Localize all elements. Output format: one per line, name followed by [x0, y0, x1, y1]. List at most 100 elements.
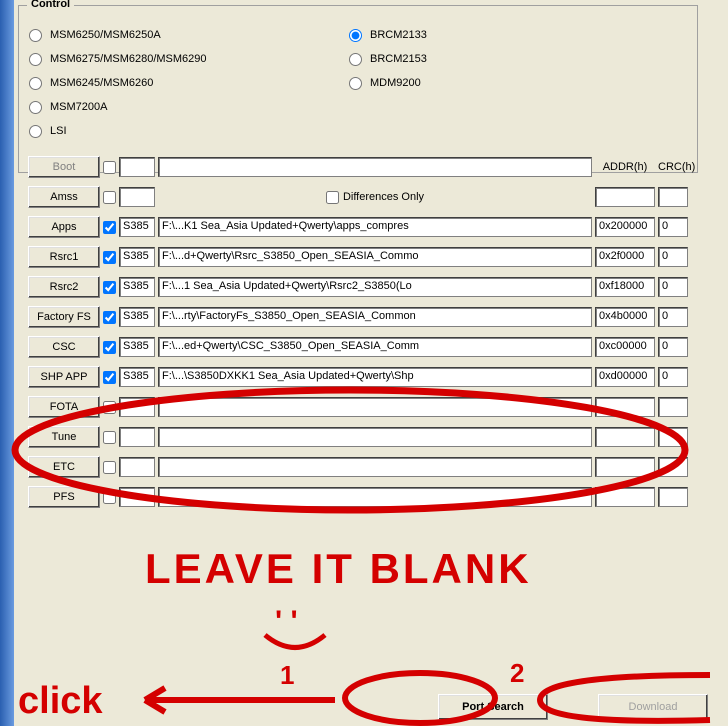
boot-checkbox[interactable]: [103, 161, 116, 174]
rsrc1-addr[interactable]: 0x2f0000: [595, 247, 655, 267]
amss-row: Amss Differences Only: [28, 182, 688, 212]
radio-brcm2133[interactable]: BRCM2133: [349, 24, 649, 46]
csc-crc[interactable]: 0: [658, 337, 688, 357]
csc-s385[interactable]: S385: [119, 337, 155, 357]
boot-path[interactable]: [158, 157, 592, 177]
fota-row: FOTA: [28, 392, 688, 422]
factoryfs-s385[interactable]: S385: [119, 307, 155, 327]
etc-button[interactable]: ETC: [28, 456, 100, 478]
radio-input[interactable]: [29, 29, 42, 42]
pfs-addr[interactable]: [595, 487, 655, 507]
radio-input[interactable]: [349, 53, 362, 66]
tune-checkbox[interactable]: [103, 431, 116, 444]
radio-msm6245[interactable]: MSM6245/MSM6260: [29, 72, 349, 94]
shpapp-row: SHP APP S385 F:\...\S3850DXKK1 Sea_Asia …: [28, 362, 688, 392]
rsrc2-addr[interactable]: 0xf18000: [595, 277, 655, 297]
amss-button[interactable]: Amss: [28, 186, 100, 208]
apps-crc[interactable]: 0: [658, 217, 688, 237]
shpapp-path[interactable]: F:\...\S3850DXKK1 Sea_Asia Updated+Qwert…: [158, 367, 592, 387]
shpapp-button[interactable]: SHP APP: [28, 366, 100, 388]
rsrc2-checkbox[interactable]: [103, 281, 116, 294]
apps-checkbox[interactable]: [103, 221, 116, 234]
rsrc2-s385[interactable]: S385: [119, 277, 155, 297]
control-legend: Control: [27, 0, 74, 10]
fota-path[interactable]: [158, 397, 592, 417]
etc-checkbox[interactable]: [103, 461, 116, 474]
fota-addr[interactable]: [595, 397, 655, 417]
apps-path[interactable]: F:\...K1 Sea_Asia Updated+Qwerty\apps_co…: [158, 217, 592, 237]
pfs-checkbox[interactable]: [103, 491, 116, 504]
bottom-buttons: Port Search Download: [0, 694, 728, 720]
apps-addr[interactable]: 0x200000: [595, 217, 655, 237]
rsrc2-row: Rsrc2 S385 F:\...1 Sea_Asia Updated+Qwer…: [28, 272, 688, 302]
tune-crc[interactable]: [658, 427, 688, 447]
apps-button[interactable]: Apps: [28, 216, 100, 238]
shpapp-s385[interactable]: S385: [119, 367, 155, 387]
radio-input[interactable]: [349, 77, 362, 90]
rsrc2-button[interactable]: Rsrc2: [28, 276, 100, 298]
amss-s385[interactable]: [119, 187, 155, 207]
radio-input[interactable]: [349, 29, 362, 42]
port-search-button[interactable]: Port Search: [438, 694, 548, 720]
amss-checkbox[interactable]: [103, 191, 116, 204]
factoryfs-row: Factory FS S385 F:\...rty\FactoryFs_S385…: [28, 302, 688, 332]
radio-input[interactable]: [29, 53, 42, 66]
csc-addr[interactable]: 0xc00000: [595, 337, 655, 357]
radio-input[interactable]: [29, 77, 42, 90]
radio-label: BRCM2153: [370, 53, 427, 65]
pfs-s385[interactable]: [119, 487, 155, 507]
etc-path[interactable]: [158, 457, 592, 477]
rsrc1-checkbox[interactable]: [103, 251, 116, 264]
csc-path[interactable]: F:\...ed+Qwerty\CSC_S3850_Open_SEASIA_Co…: [158, 337, 592, 357]
radio-label: LSI: [50, 125, 67, 137]
annotation-smile-curve: [260, 630, 330, 660]
pfs-path[interactable]: [158, 487, 592, 507]
etc-addr[interactable]: [595, 457, 655, 477]
radio-input[interactable]: [29, 125, 42, 138]
pfs-crc[interactable]: [658, 487, 688, 507]
amss-crc[interactable]: [658, 187, 688, 207]
radio-msm6275[interactable]: MSM6275/MSM6280/MSM6290: [29, 48, 349, 70]
download-button[interactable]: Download: [598, 694, 708, 720]
boot-button[interactable]: Boot: [28, 156, 100, 178]
rsrc1-path[interactable]: F:\...d+Qwerty\Rsrc_S3850_Open_SEASIA_Co…: [158, 247, 592, 267]
tune-path[interactable]: [158, 427, 592, 447]
fota-checkbox[interactable]: [103, 401, 116, 414]
tune-button[interactable]: Tune: [28, 426, 100, 448]
rsrc1-button[interactable]: Rsrc1: [28, 246, 100, 268]
radio-lsi[interactable]: LSI: [29, 120, 349, 142]
csc-checkbox[interactable]: [103, 341, 116, 354]
fota-button[interactable]: FOTA: [28, 396, 100, 418]
shpapp-addr[interactable]: 0xd00000: [595, 367, 655, 387]
apps-s385[interactable]: S385: [119, 217, 155, 237]
differences-only[interactable]: Differences Only: [326, 191, 424, 204]
tune-s385[interactable]: [119, 427, 155, 447]
factoryfs-addr[interactable]: 0x4b0000: [595, 307, 655, 327]
rsrc1-s385[interactable]: S385: [119, 247, 155, 267]
factoryfs-checkbox[interactable]: [103, 311, 116, 324]
radio-input[interactable]: [29, 101, 42, 114]
factoryfs-button[interactable]: Factory FS: [28, 306, 100, 328]
shpapp-checkbox[interactable]: [103, 371, 116, 384]
factoryfs-crc[interactable]: 0: [658, 307, 688, 327]
rsrc2-path[interactable]: F:\...1 Sea_Asia Updated+Qwerty\Rsrc2_S3…: [158, 277, 592, 297]
etc-s385[interactable]: [119, 457, 155, 477]
boot-s385[interactable]: [119, 157, 155, 177]
fota-crc[interactable]: [658, 397, 688, 417]
etc-crc[interactable]: [658, 457, 688, 477]
amss-addr[interactable]: [595, 187, 655, 207]
differences-checkbox[interactable]: [326, 191, 339, 204]
rsrc1-crc[interactable]: 0: [658, 247, 688, 267]
shpapp-crc[interactable]: 0: [658, 367, 688, 387]
radio-brcm2153[interactable]: BRCM2153: [349, 48, 649, 70]
rsrc2-crc[interactable]: 0: [658, 277, 688, 297]
radio-msm6250[interactable]: MSM6250/MSM6250A: [29, 24, 349, 46]
csc-button[interactable]: CSC: [28, 336, 100, 358]
fota-s385[interactable]: [119, 397, 155, 417]
radio-msm7200a[interactable]: MSM7200A: [29, 96, 349, 118]
radio-label: MDM9200: [370, 77, 421, 89]
factoryfs-path[interactable]: F:\...rty\FactoryFs_S3850_Open_SEASIA_Co…: [158, 307, 592, 327]
pfs-button[interactable]: PFS: [28, 486, 100, 508]
radio-mdm9200[interactable]: MDM9200: [349, 72, 649, 94]
tune-addr[interactable]: [595, 427, 655, 447]
